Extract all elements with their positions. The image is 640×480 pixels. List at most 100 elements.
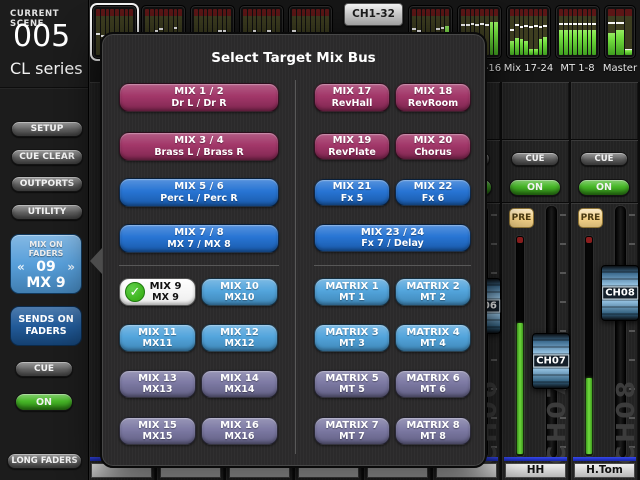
channel-meter [516, 236, 524, 456]
mix-bus-button-matrix-6[interactable]: MATRIX 6MT 6 [395, 370, 471, 398]
mix-bus-button-mix-9[interactable]: ✓MIX 9MX 9 [119, 278, 196, 306]
fader-position-mark [471, 23, 475, 25]
mix-bus-button-mix-13[interactable]: MIX 13MX13 [119, 370, 196, 398]
mix-bus-button-line1: MIX 22 [396, 181, 470, 193]
mix-bus-button-line1: MATRIX 1 [315, 281, 389, 293]
mix-bus-button-line1: MIX 20 [396, 135, 470, 147]
previous-mix-icon[interactable]: « [17, 260, 25, 274]
sidebar-button-setup[interactable]: SETUP [11, 121, 83, 137]
meter-bar [583, 9, 587, 55]
strip-divider [571, 203, 638, 204]
mix-bus-button-mix-18[interactable]: MIX 18RevRoom [395, 83, 471, 112]
mix-bus-button-mix-23-24[interactable]: MIX 23 / 24Fx 7 / Delay [314, 224, 471, 252]
meter-bar [515, 9, 519, 55]
mix-bus-button-mix-16[interactable]: MIX 16MX16 [201, 417, 278, 445]
next-mix-icon[interactable]: » [67, 260, 75, 274]
mix-bus-button-matrix-8[interactable]: MATRIX 8MT 8 [395, 417, 471, 445]
mix-bus-button-line2: MX14 [202, 384, 277, 395]
mix-bus-button-line1: MATRIX 6 [396, 373, 470, 385]
meter-level [494, 22, 498, 55]
mix-bus-button-mix-17[interactable]: MIX 17RevHall [314, 83, 390, 112]
master-on-button[interactable]: ON [15, 393, 73, 411]
meter-level [586, 378, 592, 454]
meter-level [517, 323, 523, 454]
mix-bus-button-mix-11[interactable]: MIX 11MX11 [119, 324, 196, 352]
bank-meter-box [608, 9, 632, 55]
sends-on-faders-line1: SENDS ON [11, 314, 81, 326]
mix-bus-button-line2: MT 1 [315, 292, 389, 303]
long-faders-button[interactable]: LONG FADERS [7, 453, 82, 469]
mix-bus-button-line1: MIX 3 / 4 [120, 135, 278, 147]
mix-bus-button-matrix-5[interactable]: MATRIX 5MT 5 [314, 370, 390, 398]
strip-on-button[interactable]: ON [509, 179, 561, 196]
meter-bank-master[interactable]: Master [604, 5, 636, 59]
sends-on-faders-button[interactable]: SENDS ON FADERS [10, 306, 82, 346]
mix-bus-button-mix-19[interactable]: MIX 19RevPlate [314, 133, 390, 160]
mix-bus-button-mix-21[interactable]: MIX 21Fx 5 [314, 179, 390, 206]
channel-bank-button[interactable]: CH1-32 [344, 3, 403, 26]
mix-bus-button-matrix-2[interactable]: MATRIX 2MT 2 [395, 278, 471, 306]
mix-bus-button-mix-5-6[interactable]: MIX 5 / 6Perc L / Perc R [119, 178, 279, 207]
meter-bar [494, 9, 498, 55]
mix-bus-button-mix-22[interactable]: MIX 22Fx 6 [395, 179, 471, 206]
mix-bus-button-line1: MIX 5 / 6 [120, 181, 278, 193]
mix-bus-button-line1: MIX 23 / 24 [315, 227, 470, 239]
strip-cue-button[interactable]: CUE [511, 152, 559, 166]
mix-bus-button-line2: MX15 [120, 431, 195, 442]
strip-on-button[interactable]: ON [578, 179, 630, 196]
mix-bus-button-line1: MATRIX 2 [396, 281, 470, 293]
mix-bus-button-mix-3-4[interactable]: MIX 3 / 4Brass L / Brass R [119, 132, 279, 161]
mix-bus-button-line1: MIX 10 [202, 281, 277, 293]
fader-position-mark [529, 26, 533, 28]
mix-bus-button-matrix-7[interactable]: MATRIX 7MT 7 [314, 417, 390, 445]
fader-position-mark [510, 29, 514, 31]
bank-label: Master [603, 63, 637, 74]
meter-bar [543, 9, 547, 55]
fader-position-mark [412, 28, 416, 30]
strip-blue-bar [504, 457, 567, 461]
fader-knob[interactable]: CH07 [532, 333, 570, 389]
dialog-pointer-arrow [90, 248, 102, 274]
sidebar-button-utility[interactable]: UTILITY [11, 204, 83, 220]
meter-bar [569, 9, 573, 55]
mix-bus-button-mix-12[interactable]: MIX 12MX12 [201, 324, 278, 352]
fader-position-mark [524, 25, 528, 27]
fader-position-mark [475, 24, 479, 26]
master-cue-button[interactable]: CUE [15, 361, 73, 377]
fader-position-mark [616, 22, 623, 24]
meter-bar [573, 9, 577, 55]
fader-knob[interactable]: CH08 [601, 265, 639, 321]
meter-bank-mt-1-8[interactable]: MT 1-8 [555, 5, 600, 59]
mix-bus-button-mix-10[interactable]: MIX 10MX10 [201, 278, 278, 306]
meter-peak-segment [517, 237, 523, 243]
mix-bus-button-line1: MATRIX 7 [315, 420, 389, 432]
mix-bus-button-mix-1-2[interactable]: MIX 1 / 2Dr L / Dr R [119, 83, 279, 112]
strip-cue-button[interactable]: CUE [580, 152, 628, 166]
meter-level [524, 41, 528, 55]
meter-level [592, 30, 596, 55]
meter-bar [616, 9, 623, 55]
mix-bus-button-mix-20[interactable]: MIX 20Chorus [395, 133, 471, 160]
meter-bank-mix-17-24[interactable]: Mix 17-24 [506, 5, 551, 59]
mix-bus-button-line1: MATRIX 3 [315, 327, 389, 339]
meter-level [559, 30, 563, 55]
sidebar-button-cue-clear[interactable]: CUE CLEAR [11, 149, 83, 165]
mix-bus-button-matrix-4[interactable]: MATRIX 4MT 4 [395, 324, 471, 352]
mix-bus-button-matrix-1[interactable]: MATRIX 1MT 1 [314, 278, 390, 306]
mix-bus-button-line1: MIX 21 [315, 181, 389, 193]
meter-level [625, 50, 632, 55]
mix-bus-button-mix-7-8[interactable]: MIX 7 / 8MX 7 / MX 8 [119, 224, 279, 253]
fader-position-mark [159, 28, 163, 30]
sidebar-button-outports[interactable]: OUTPORTS [11, 176, 83, 192]
fader-position-mark [436, 28, 440, 30]
dialog-left-divider [119, 265, 279, 266]
meter-level [490, 22, 494, 55]
mix-bus-button-line2: MT 3 [315, 338, 389, 349]
mix-bus-button-mix-15[interactable]: MIX 15MX15 [119, 417, 196, 445]
dialog-title: Select Target Mix Bus [102, 50, 485, 66]
mix-bus-button-line2: MX10 [202, 292, 277, 303]
mix-bus-button-mix-14[interactable]: MIX 14MX14 [201, 370, 278, 398]
mix-bus-button-matrix-3[interactable]: MATRIX 3MT 3 [314, 324, 390, 352]
fader-scale-tick [629, 243, 635, 245]
mix-on-faders-selector[interactable]: MIX ON FADERS « 09 » MX 9 [10, 234, 82, 294]
